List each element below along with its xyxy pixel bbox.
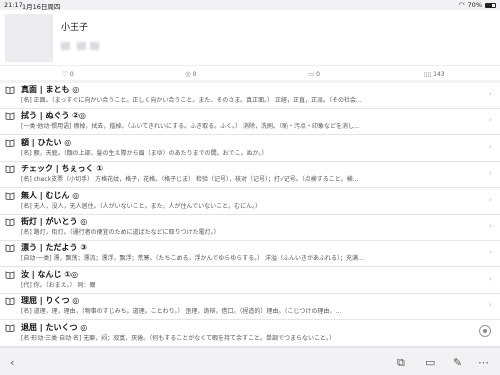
edit-icon[interactable]: ✎ (453, 356, 462, 369)
chevron-right-icon: › (488, 221, 492, 230)
book-icon (5, 271, 15, 279)
folder-icon: ▭ (308, 70, 315, 78)
eye-icon: ◎ (185, 70, 191, 78)
word-definition: [自动·一类] 漂，飘荡；漂流；漂浮，飘浮；荒寒。（たちこめる，浮かんでゆらゆら… (21, 255, 364, 263)
book-icon (5, 139, 15, 147)
word-row[interactable]: 理屈 | りくつ ◎ [名] 道理，理，理由，（物事のすじみち。道理。ことわり。）… (0, 294, 500, 321)
status-bar: 21:17 1月16日周四 ◠ 70% (0, 0, 500, 11)
scroll-handle[interactable] (479, 325, 491, 337)
word-headword: 額 | ひたい ◎ (21, 137, 72, 147)
book-icon (5, 324, 15, 332)
heart-icon: ♡ (62, 70, 68, 78)
stat-likes[interactable]: ♡ 0 (62, 70, 74, 78)
book-icon (5, 192, 15, 200)
word-row[interactable]: 拭う | ぬぐう ②◎ [一类·他动·惯用语] 擦掉，拭去，揩掉。（ふいてきれいに… (0, 109, 500, 136)
word-headword: 街灯 | がいとう ◎ (21, 217, 88, 226)
word-row[interactable]: 漂う | ただよう ③ [自动·一类] 漂，飘荡；漂流；漂浮，飘浮；荒寒。（たちこ… (0, 241, 500, 268)
word-headword: 退屈 | たいくつ ◎ (21, 322, 88, 332)
word-definition: [一类·他动·惯用语] 擦掉，拭去，揩掉。（ふいてきれいにする。ふき取る。ふく。… (21, 123, 360, 131)
book-icon: ▯▯ (424, 70, 432, 78)
word-definition: [名] 道理，理，理由，（物事のすじみち。道理。ことわり。） 歪理，诡辩，借口。… (21, 308, 342, 316)
word-headword: チェック | ちぇっく ① (21, 164, 104, 174)
word-row[interactable]: チェック | ちぇっく ① [名] check支票（小切手） 方格花纹，格子，花格… (0, 162, 500, 189)
chevron-right-icon: › (488, 115, 492, 125)
stat-words[interactable]: ▯▯ 143 (424, 70, 445, 78)
word-definition: [名] 额，天庭。（顔の上部，髪の生え際から眉（まゆ）のあたりまでの間。おでこ。… (21, 149, 268, 157)
bottom-toolbar: ‹ ⧉ ▭ ✎ ⋯ (0, 347, 500, 375)
chevron-right-icon: › (488, 89, 492, 98)
folder-icon[interactable]: ▭ (425, 356, 435, 369)
word-list: 真面 | まとも ◎ [名] 正面。（まっすぐに向かい合うこと。正しく向かい合うこ… (0, 83, 500, 347)
chevron-right-icon: › (488, 300, 492, 310)
battery-percent: 70% (467, 1, 482, 9)
book-icon (5, 244, 15, 253)
stats-bar: ♡ 0 ◎ 0 ▭ 0 ▯▯ 143 (0, 65, 500, 80)
word-definition: [名] 正面。（まっすぐに向かい合うこと。正しく向かい合うこと。また、そのさま。… (21, 97, 362, 104)
stat-folders[interactable]: ▭ 0 (308, 70, 320, 78)
word-row[interactable]: 汝 | なんじ ①◎ [代] 你。（おまえ。） 同：爾 › (0, 268, 500, 294)
chevron-right-icon: › (488, 194, 492, 204)
word-row[interactable]: 真面 | まとも ◎ [名] 正面。（まっすぐに向かい合うこと。正しく向かい合うこ… (0, 83, 500, 109)
book-icon (5, 297, 15, 306)
word-row[interactable]: 無人 | むじん ◎ [名] 无人，没人，无人居住。（人がいないこと。また，人が住… (0, 189, 500, 215)
battery-icon (485, 2, 496, 8)
more-icon[interactable]: ⋯ (478, 356, 489, 369)
word-row[interactable]: 街灯 | がいとう ◎ [名] 路灯，街灯。（通行者の便宜のために道ばたなどに取り… (0, 215, 500, 241)
word-row[interactable]: 額 | ひたい ◎ [名] 额，天庭。（顔の上部，髪の生え際から眉（まゆ）のあたり… (0, 136, 500, 162)
word-headword: 漂う | ただよう ③ (21, 243, 88, 253)
word-headword: 理屈 | りくつ ◎ (21, 296, 80, 306)
word-row[interactable]: 退屈 | たいくつ ◎ [名·形动·三类·自动·名] 无聊，闷；寂寞，厌倦。（何も… (0, 321, 500, 347)
book-icon (5, 165, 15, 174)
status-time: 21:17 (4, 1, 23, 9)
profile-name: 小王子 (61, 23, 89, 33)
chevron-right-icon: › (488, 168, 492, 178)
word-definition: [代] 你。（おまえ。） 同：爾 (21, 281, 96, 289)
book-icon (5, 218, 15, 226)
chevron-right-icon: › (488, 273, 492, 283)
move-folder-icon[interactable]: ⧉ (397, 356, 405, 370)
chevron-right-icon: › (488, 141, 492, 151)
word-definition: [名] check支票（小切手） 方格花纹，格子，花格。（格子じま） 检验（记号… (21, 176, 359, 184)
back-icon[interactable]: ‹ (10, 356, 14, 369)
word-headword: 真面 | まとも ◎ (21, 85, 80, 94)
profile-header: 小王子 (0, 10, 500, 65)
avatar[interactable] (5, 14, 53, 62)
word-definition: [名] 无人，没人，无人居住。（人がいないこと。また，人が住んでいないこと。むに… (21, 202, 262, 210)
word-headword: 無人 | むじん ◎ (21, 190, 80, 200)
book-icon (5, 86, 15, 94)
word-definition: [名] 路灯，街灯。（通行者の便宜のために道ばたなどに取りつけた電灯。） (21, 229, 220, 236)
stat-views[interactable]: ◎ 0 (185, 70, 197, 78)
word-headword: 拭う | ぬぐう ②◎ (21, 111, 86, 121)
word-headword: 汝 | なんじ ①◎ (21, 269, 79, 279)
chevron-right-icon: › (488, 247, 492, 257)
profile-subtitle-blurred (61, 42, 99, 50)
book-icon (5, 112, 15, 121)
wifi-icon: ◠ (458, 1, 465, 9)
word-definition: [名·形动·三类·自动·名] 无聊，闷；寂寞，厌倦。（何もすることがなくて暇を持… (21, 334, 336, 342)
